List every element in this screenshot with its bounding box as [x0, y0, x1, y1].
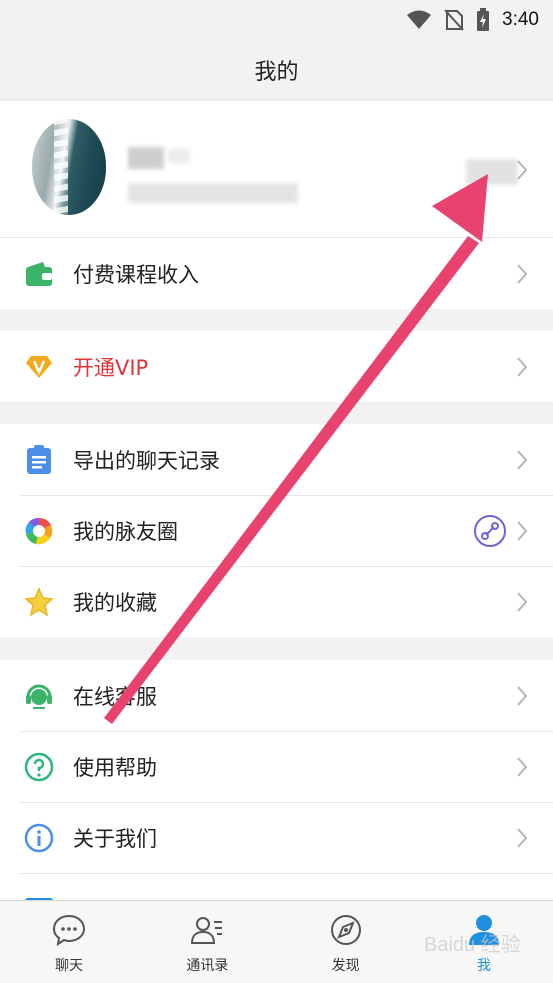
battery-charging-icon — [477, 8, 490, 31]
clipboard-icon — [24, 444, 54, 475]
menu-label: 导出的聊天记录 — [73, 448, 220, 473]
menu-label: 我的收藏 — [73, 590, 157, 615]
tab-discover[interactable]: 发现 — [277, 901, 415, 983]
menu-item-online-service[interactable]: 在线客服 — [0, 660, 553, 731]
menu-item-course-income[interactable]: 付费课程收入 — [0, 238, 553, 309]
chat-icon — [53, 914, 86, 947]
avatar[interactable] — [32, 119, 106, 215]
menu-label: 在线客服 — [73, 684, 157, 709]
wallet-icon — [24, 259, 54, 289]
chevron-right-icon — [517, 356, 528, 377]
vip-diamond-icon — [24, 352, 54, 382]
menu-label: 我的脉友圈 — [73, 519, 178, 544]
watermark: Baidu 经验 — [424, 934, 521, 956]
chevron-right-icon — [517, 449, 528, 470]
menu-item-favorites[interactable]: 我的收藏 — [0, 566, 553, 637]
help-icon — [24, 752, 54, 782]
menu-group-vip: 开通VIP — [0, 331, 553, 402]
menu-item-partial[interactable] — [0, 873, 553, 900]
tab-label: 通讯录 — [186, 958, 229, 974]
menu-label: 付费课程收入 — [73, 262, 199, 287]
tab-chat[interactable]: 聊天 — [0, 901, 138, 983]
menu-group-personal: 导出的聊天记录 我的脉友圈 我的收藏 — [0, 424, 553, 637]
blurred-username — [128, 147, 164, 169]
menu-label: 开通VIP — [73, 355, 149, 380]
blurred-qr — [466, 159, 518, 185]
link-badge-icon — [474, 514, 506, 547]
status-time: 3:40 — [502, 9, 539, 30]
discover-icon — [330, 915, 361, 945]
status-bar: 3:40 — [0, 0, 553, 40]
chevron-right-icon — [517, 263, 528, 284]
blurred-username-extra — [168, 149, 190, 163]
aperture-icon — [24, 516, 54, 546]
tab-contacts[interactable]: 通讯录 — [138, 901, 276, 983]
chevron-right-icon — [517, 685, 528, 706]
menu-group-support: 在线客服 使用帮助 关于我们 — [0, 660, 553, 900]
headset-icon — [24, 681, 54, 711]
chevron-right-icon — [517, 520, 528, 541]
chevron-right-icon — [517, 756, 528, 777]
star-icon — [24, 586, 54, 617]
chevron-right-icon — [517, 827, 528, 848]
chevron-right-icon — [517, 160, 528, 180]
info-icon — [24, 823, 54, 853]
profile-card[interactable] — [0, 101, 553, 238]
tab-label: 发现 — [331, 958, 360, 974]
contacts-icon — [191, 917, 223, 944]
header: 我的 — [0, 40, 553, 100]
menu-item-about[interactable]: 关于我们 — [0, 802, 553, 873]
menu-label: 使用帮助 — [73, 755, 157, 780]
menu-group-income: 付费课程收入 — [0, 238, 553, 309]
blurred-id — [128, 183, 298, 203]
wifi-icon — [407, 10, 432, 29]
tab-label: 我 — [476, 958, 491, 974]
menu-label: 关于我们 — [73, 826, 157, 851]
no-sim-icon — [444, 9, 464, 31]
menu-item-vip[interactable]: 开通VIP — [0, 331, 553, 402]
chevron-right-icon — [517, 591, 528, 612]
menu-item-exported-chats[interactable]: 导出的聊天记录 — [0, 424, 553, 495]
tab-label: 聊天 — [55, 958, 84, 974]
menu-item-friend-circle[interactable]: 我的脉友圈 — [0, 495, 553, 566]
page-title: 我的 — [254, 59, 299, 85]
menu-item-help[interactable]: 使用帮助 — [0, 731, 553, 802]
